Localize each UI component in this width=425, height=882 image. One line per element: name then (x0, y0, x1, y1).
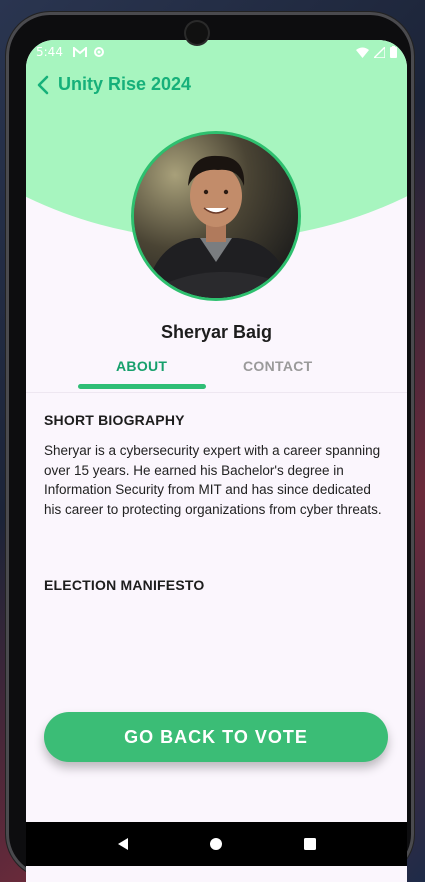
tabs-divider (26, 392, 407, 393)
gmail-icon (72, 46, 87, 57)
battery-icon (390, 46, 397, 58)
biography-text: Sheryar is a cybersecurity expert with a… (44, 443, 382, 517)
tab-about[interactable]: ABOUT (116, 358, 167, 374)
wifi-icon (356, 47, 369, 58)
app-bar: Unity Rise 2024 (36, 74, 191, 95)
home-icon[interactable] (209, 837, 223, 851)
tab-indicator (78, 384, 206, 389)
recents-icon[interactable] (303, 837, 317, 851)
manifesto-heading: ELECTION MANIFESTO (44, 577, 205, 593)
camera-cutout (186, 22, 208, 44)
candidate-name: Sheryar Baig (160, 322, 273, 342)
signal-icon (374, 46, 385, 58)
phone-frame: 5:44 Unity Rise 2024 Sheryar Baig ABOUT … (6, 12, 414, 882)
app-screen: 5:44 Unity Rise 2024 Sheryar Baig ABOUT … (26, 40, 407, 882)
tab-contact[interactable]: CONTACT (243, 358, 313, 374)
back-icon[interactable] (116, 837, 130, 851)
biography-heading: SHORT BIOGRAPHY (44, 412, 185, 428)
sync-icon (93, 47, 104, 57)
profile-photo (134, 134, 298, 298)
go-back-to-vote-button[interactable]: GO BACK TO VOTE (44, 712, 388, 762)
status-time: 5:44 (36, 45, 63, 59)
status-bar: 5:44 (26, 40, 407, 64)
navigation-bar (26, 822, 407, 866)
page-title: Unity Rise 2024 (58, 74, 192, 94)
chevron-left-icon[interactable] (36, 75, 50, 95)
avatar (131, 131, 301, 301)
